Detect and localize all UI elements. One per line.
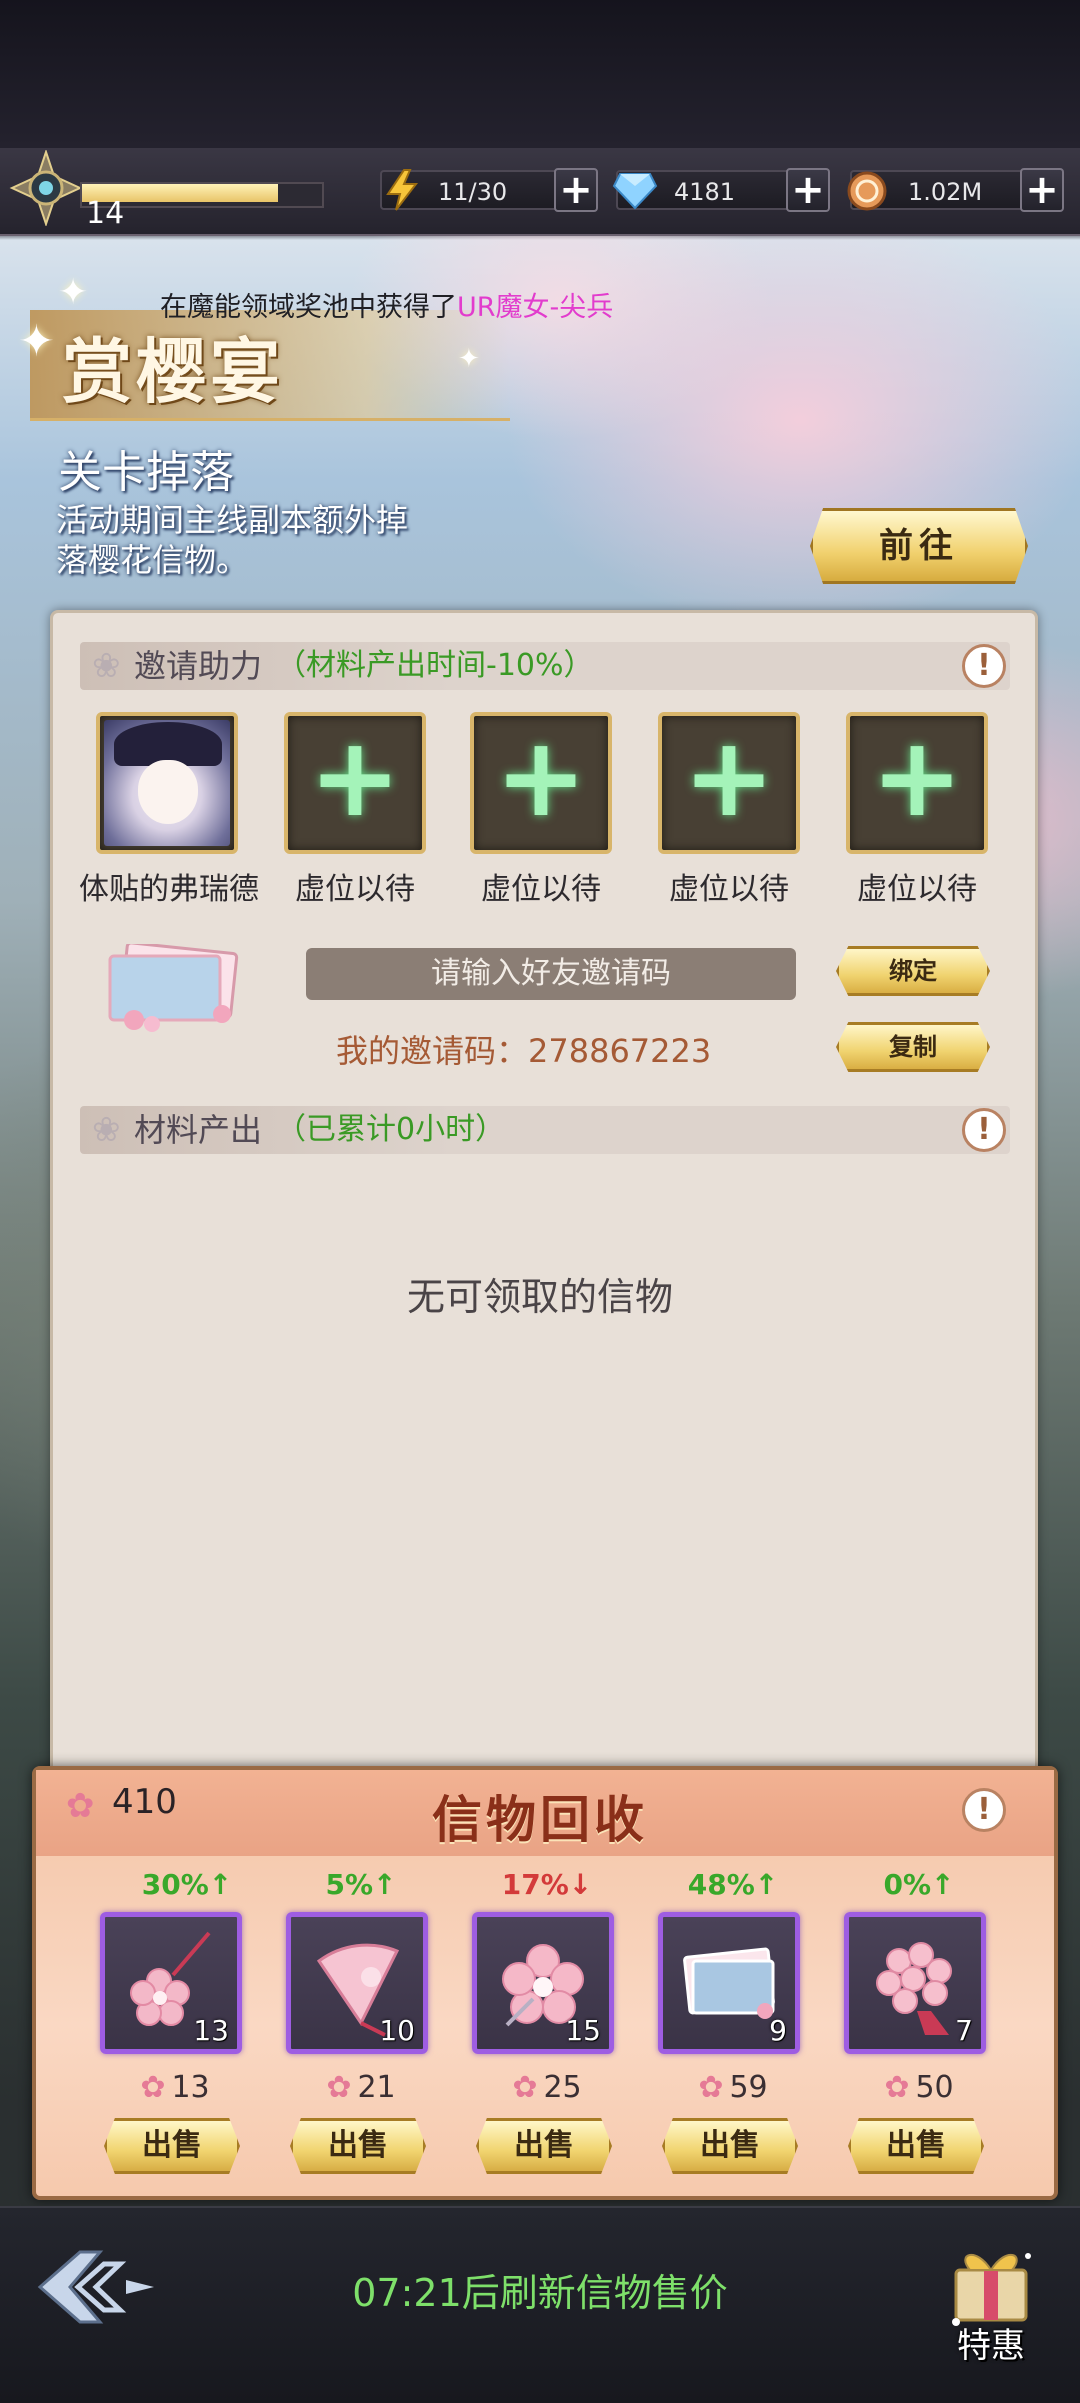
add-helper-icon: + bbox=[308, 713, 402, 841]
recycle-info-icon[interactable]: ! bbox=[962, 1788, 1006, 1832]
price-change: 5%↑ bbox=[325, 1868, 397, 1901]
copy-button[interactable]: 复制 bbox=[836, 1022, 990, 1072]
energy-value: 11/30 bbox=[438, 178, 508, 206]
item-price-value: 59 bbox=[729, 2070, 768, 2105]
empty-state-text: 无可领取的信物 bbox=[406, 1275, 673, 1319]
price-refresh-timer: 07:21后刷新信物售价 bbox=[352, 2271, 728, 2315]
add-helper-icon: + bbox=[682, 713, 776, 841]
diamond-value: 4181 bbox=[674, 178, 736, 206]
sparkle-icon: ✦ bbox=[58, 272, 89, 313]
blossom-icon: ✿ bbox=[698, 2070, 724, 2105]
item-count: 15 bbox=[565, 2014, 601, 2047]
item-price-value: 25 bbox=[543, 2070, 582, 2105]
item-price: ✿ 25 bbox=[472, 2070, 622, 2105]
top-dark-strip bbox=[0, 0, 1080, 148]
sell-button[interactable]: 出售 bbox=[662, 2118, 798, 2174]
invite-section-title: 邀请助力 bbox=[134, 647, 263, 685]
item-count: 7 bbox=[955, 2014, 973, 2047]
price-change: 48%↑ bbox=[687, 1868, 779, 1901]
helper-slot-empty[interactable]: + bbox=[470, 712, 612, 854]
helper-slot-label: 虚位以待 bbox=[857, 872, 977, 907]
item-price-value: 50 bbox=[915, 2070, 954, 2105]
item-price-value: 21 bbox=[357, 2070, 396, 2105]
blossom-icon: ✿ bbox=[140, 2070, 166, 2105]
drop-title: 关卡掉落 bbox=[58, 447, 234, 498]
recycle-title: 信物回收 bbox=[432, 1790, 648, 1849]
blossom-icon: ✿ bbox=[884, 2070, 910, 2105]
add-coin-button[interactable]: + bbox=[1020, 168, 1064, 212]
item-price: ✿ 21 bbox=[286, 2070, 436, 2105]
sell-button[interactable]: 出售 bbox=[290, 2118, 426, 2174]
character-face bbox=[138, 760, 198, 824]
sparkle-icon: ✦ bbox=[18, 316, 55, 367]
invite-info-icon[interactable]: ! bbox=[962, 644, 1006, 688]
flower-deco-icon: ❀ bbox=[92, 1110, 121, 1150]
coin-value: 1.02M bbox=[908, 178, 983, 206]
price-change: 30%↑ bbox=[141, 1868, 233, 1901]
item-price: ✿ 59 bbox=[658, 2070, 808, 2105]
material-info-icon[interactable]: ! bbox=[962, 1108, 1006, 1152]
drop-description: 活动期间主线副本额外掉落樱花信物。 bbox=[56, 501, 409, 579]
player-level: 14 bbox=[86, 196, 125, 231]
special-offer-label: 特惠 bbox=[957, 2326, 1025, 2366]
price-change: 0%↑ bbox=[883, 1868, 955, 1901]
helper-slot-empty[interactable]: + bbox=[284, 712, 426, 854]
bind-button[interactable]: 绑定 bbox=[836, 946, 990, 996]
invite-code-input[interactable]: 请输入好友邀请码 bbox=[306, 948, 796, 1000]
level-emblem-icon[interactable] bbox=[8, 150, 84, 226]
lightning-icon bbox=[386, 169, 419, 211]
helper-slot-empty[interactable]: + bbox=[846, 712, 988, 854]
flower-deco-icon: ❀ bbox=[92, 646, 121, 686]
coin-icon bbox=[847, 171, 887, 211]
recycle-item[interactable]: 9 bbox=[658, 1912, 800, 2054]
helper-slot-label: 体贴的弗瑞德 bbox=[79, 872, 259, 907]
item-price-value: 13 bbox=[171, 2070, 210, 2105]
item-price: ✿ 50 bbox=[844, 2070, 994, 2105]
helper-slot-label: 虚位以待 bbox=[295, 872, 415, 907]
sell-button[interactable]: 出售 bbox=[848, 2118, 984, 2174]
add-diamond-button[interactable]: + bbox=[786, 168, 830, 212]
material-section-title: 材料产出 bbox=[134, 1111, 263, 1149]
blossom-icon: ✿ bbox=[326, 2070, 352, 2105]
goto-button[interactable]: 前往 bbox=[810, 508, 1028, 584]
item-count: 9 bbox=[769, 2014, 787, 2047]
blossom-icon: ✿ bbox=[512, 2070, 538, 2105]
recycle-item[interactable]: 10 bbox=[286, 1912, 428, 2054]
sparkle-icon: ✦ bbox=[458, 344, 480, 374]
material-section-progress: （已累计0小时） bbox=[276, 1112, 506, 1147]
sakura-photos-icon bbox=[108, 944, 239, 1032]
add-helper-icon: + bbox=[870, 713, 964, 841]
invite-section-bonus: （材料产出时间-10%） bbox=[276, 648, 594, 683]
item-count: 13 bbox=[193, 2014, 229, 2047]
sell-button[interactable]: 出售 bbox=[476, 2118, 612, 2174]
item-count: 10 bbox=[379, 2014, 415, 2047]
helper-slot-label: 虚位以待 bbox=[481, 872, 601, 907]
helper-slot-empty[interactable]: + bbox=[658, 712, 800, 854]
recycle-item[interactable]: 15 bbox=[472, 1912, 614, 2054]
price-change: 17%↓ bbox=[501, 1868, 593, 1901]
helper-slot-filled[interactable] bbox=[96, 712, 238, 854]
sell-button[interactable]: 出售 bbox=[104, 2118, 240, 2174]
item-price: ✿ 13 bbox=[100, 2070, 250, 2105]
event-title: 赏樱宴 bbox=[62, 330, 284, 413]
my-invite-code: 我的邀请码：278867223 bbox=[336, 1032, 712, 1070]
notice-highlight: UR魔女-尖兵 bbox=[457, 292, 614, 323]
add-helper-icon: + bbox=[494, 713, 588, 841]
diamond-icon bbox=[612, 173, 658, 210]
helper-slot-label: 虚位以待 bbox=[669, 872, 789, 907]
add-energy-button[interactable]: + bbox=[554, 168, 598, 212]
recycle-item[interactable]: 13 bbox=[100, 1912, 242, 2054]
recycle-item[interactable]: 7 bbox=[844, 1912, 986, 2054]
